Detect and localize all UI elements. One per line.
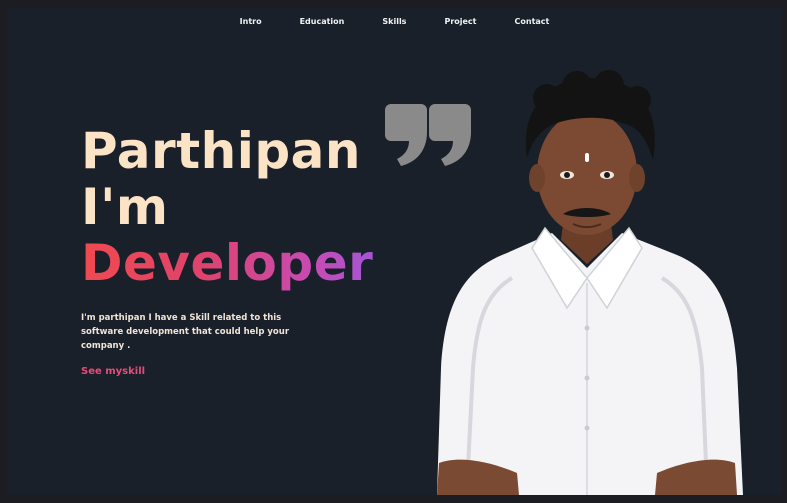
hero-im: I'm [81,178,169,236]
nav-project[interactable]: Project [425,17,495,26]
hero-description: I'm parthipan I have a Skill related to … [81,313,290,351]
profile-photo [437,70,743,495]
nav-contact[interactable]: Contact [496,17,569,26]
top-nav: Intro Education Skills Project Contact [7,8,782,34]
see-myskill-link[interactable]: See myskill [81,366,145,377]
hero-name: Parthipan [81,122,361,180]
hero-role: Developer [81,234,374,292]
nav-intro[interactable]: Intro [221,17,281,26]
hero-headline: Parthipan I'm Developer [81,123,373,291]
nav-education[interactable]: Education [281,17,364,26]
nav-skills[interactable]: Skills [363,17,425,26]
page-frame: Intro Education Skills Project Contact P… [7,8,782,495]
